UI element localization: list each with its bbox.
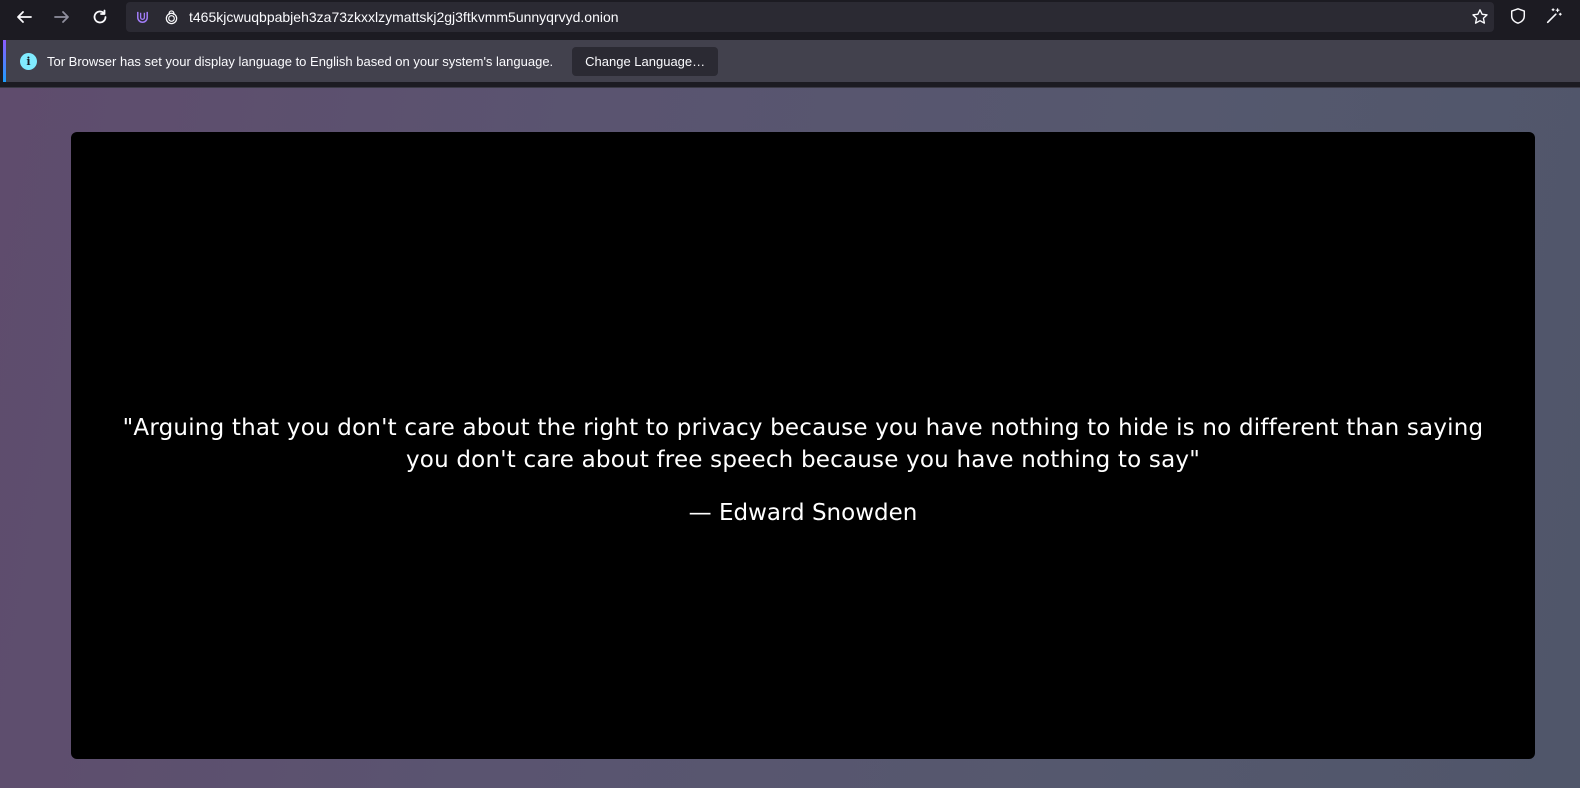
notification-message: Tor Browser has set your display languag…	[47, 53, 554, 69]
onion-site-icon[interactable]	[133, 8, 151, 26]
quote-text: "Arguing that you don't care about the r…	[122, 414, 1484, 473]
quote-author: — Edward Snowden	[688, 499, 918, 526]
new-identity-icon[interactable]	[1543, 5, 1565, 27]
forward-button[interactable]	[47, 2, 77, 32]
arrow-left-icon	[17, 11, 32, 23]
shield-icon[interactable]	[1507, 5, 1529, 27]
change-language-button[interactable]: Change Language…	[572, 46, 719, 76]
arrow-right-icon	[54, 11, 69, 23]
reload-icon	[93, 9, 107, 24]
quote-card: "Arguing that you don't care about the r…	[71, 132, 1535, 759]
url-bar[interactable]: t465kjcwuqbpabjeh3za73zkxxlzymattskj2gj3…	[126, 2, 1494, 32]
browser-toolbar: t465kjcwuqbpabjeh3za73zkxxlzymattskj2gj3…	[0, 0, 1580, 34]
page-content: "Arguing that you don't care about the r…	[0, 87, 1580, 788]
language-notification-bar: i Tor Browser has set your display langu…	[3, 40, 1580, 82]
url-text[interactable]: t465kjcwuqbpabjeh3za73zkxxlzymattskj2gj3…	[189, 9, 619, 25]
back-button[interactable]	[9, 2, 39, 32]
onion-lock-icon[interactable]	[163, 9, 179, 25]
info-icon: i	[20, 52, 37, 70]
reload-button[interactable]	[85, 2, 115, 32]
bookmark-star-icon[interactable]	[1470, 7, 1490, 27]
